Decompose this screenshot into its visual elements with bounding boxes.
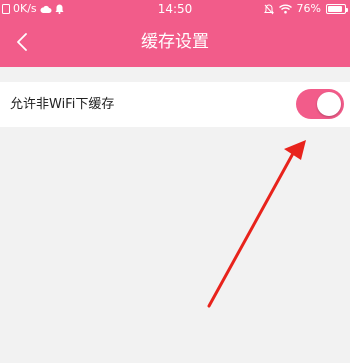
- toggle-knob: [317, 92, 341, 116]
- chevron-left-icon: [17, 33, 27, 51]
- setting-label: 允许非WiFi下缓存: [10, 97, 115, 112]
- battery-percent: 76%: [296, 2, 321, 15]
- back-button[interactable]: [8, 28, 36, 56]
- page-title: 缓存设置: [141, 32, 209, 52]
- wifi-icon: [278, 4, 292, 14]
- status-right: 76%: [263, 0, 348, 18]
- battery-icon: [326, 4, 348, 14]
- nav-bar: 缓存设置: [0, 18, 350, 67]
- mute-icon: [263, 3, 274, 15]
- app-header: 0K/s 14:50 76% 缓存设置: [0, 0, 350, 67]
- status-bar: 0K/s 14:50 76%: [0, 0, 350, 18]
- wifi-cache-toggle[interactable]: [296, 89, 344, 119]
